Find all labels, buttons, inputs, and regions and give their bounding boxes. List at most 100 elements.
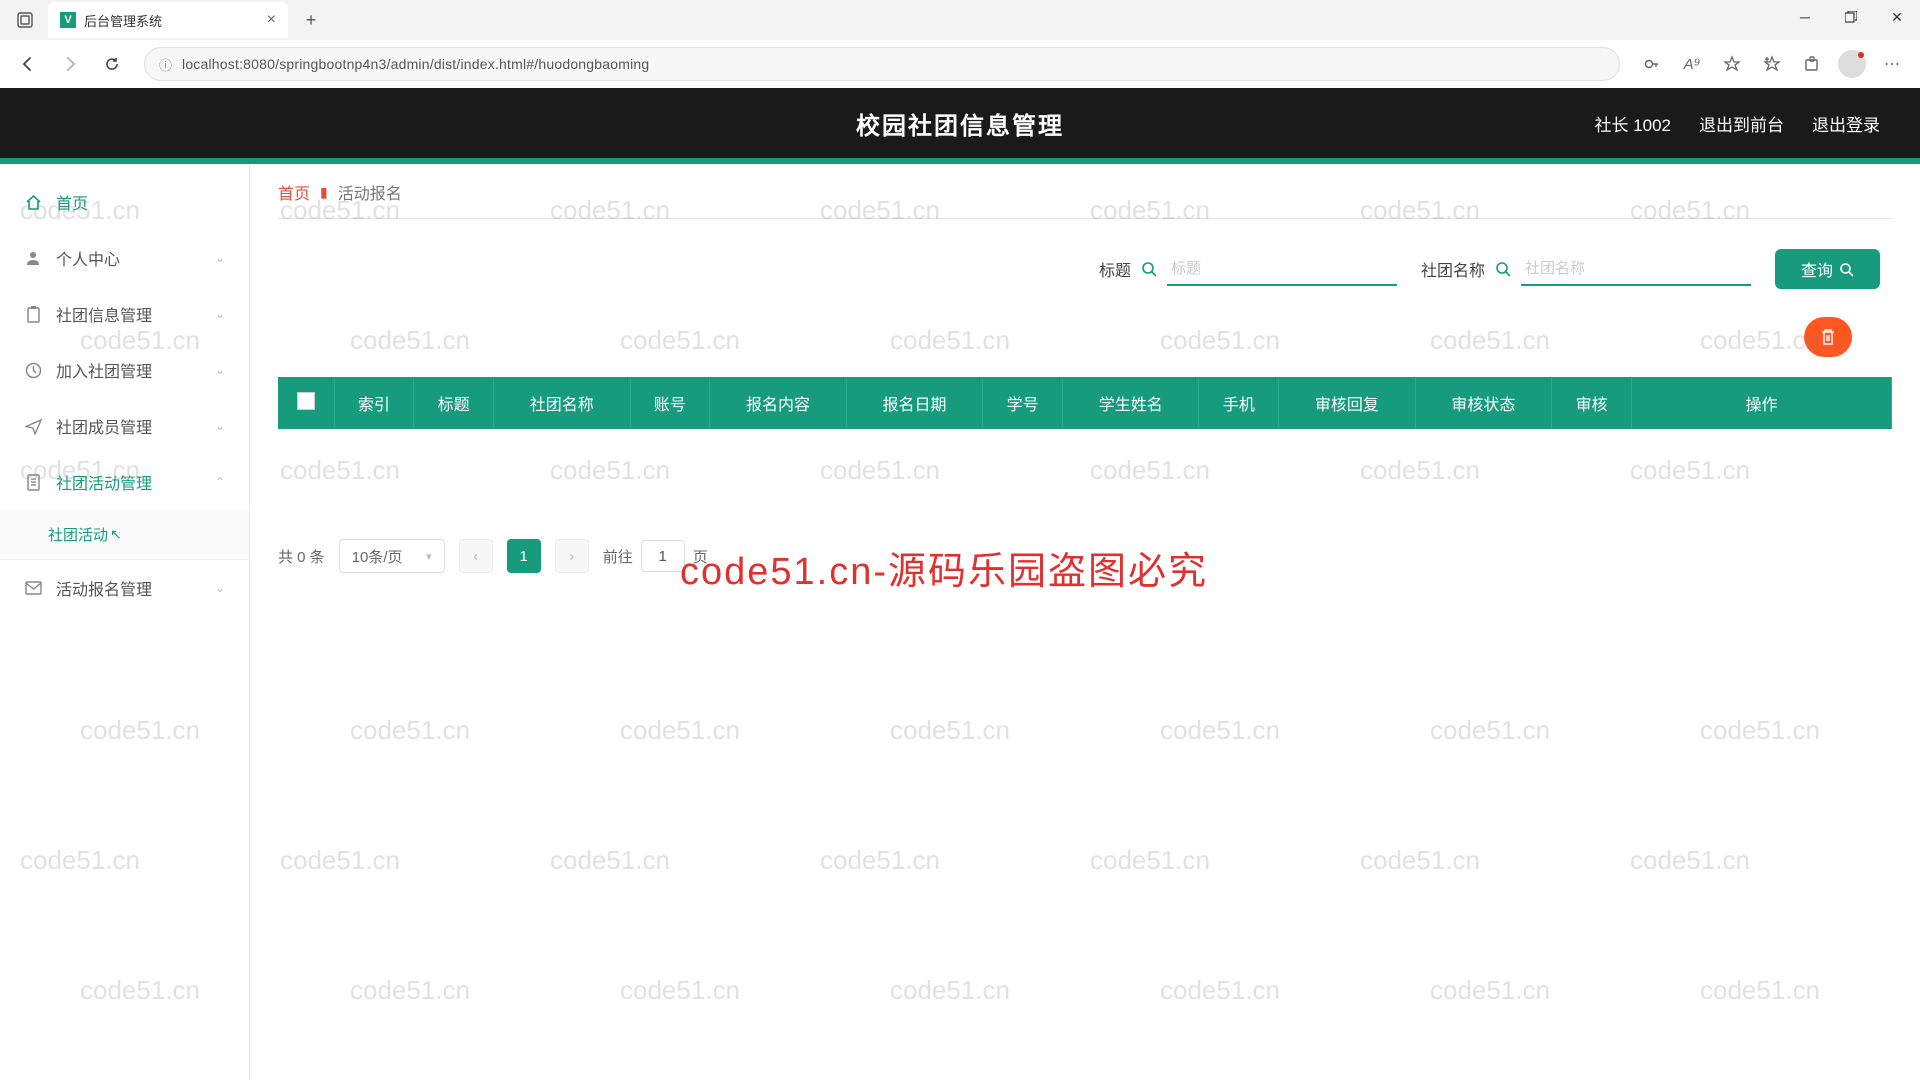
chevron-down-icon: ▾ <box>426 550 432 563</box>
sidebar-item-club-info[interactable]: 社团信息管理 ⌄ <box>0 286 249 342</box>
chevron-down-icon: ⌄ <box>215 251 225 265</box>
th-phone: 手机 <box>1199 377 1279 429</box>
maximize-button[interactable] <box>1828 0 1874 34</box>
extensions-icon[interactable] <box>1794 46 1830 82</box>
close-window-button[interactable]: ✕ <box>1874 0 1920 34</box>
chevron-down-icon: ⌄ <box>215 419 225 433</box>
cursor-icon: ↖ <box>110 526 122 543</box>
page-number-current[interactable]: 1 <box>507 539 541 573</box>
minimize-button[interactable]: ─ <box>1782 0 1828 34</box>
sidebar-item-members[interactable]: 社团成员管理 ⌄ <box>0 398 249 454</box>
sidebar-item-join-club[interactable]: 加入社团管理 ⌄ <box>0 342 249 398</box>
sidebar-label: 首页 <box>56 190 88 214</box>
search-button-label: 查询 <box>1801 257 1833 281</box>
sidebar-item-home[interactable]: 首页 <box>0 174 249 230</box>
page-goto-input[interactable] <box>641 540 685 572</box>
tab-title: 后台管理系统 <box>84 11 259 30</box>
sidebar-item-profile[interactable]: 个人中心 ⌄ <box>0 230 249 286</box>
sidebar-label: 活动报名管理 <box>56 576 152 600</box>
toolbar-icons: A⁹ ⋯ <box>1634 46 1910 82</box>
page-size-value: 10条/页 <box>352 546 403 567</box>
read-aloud-icon[interactable]: A⁹ <box>1674 46 1710 82</box>
sidebar-label: 个人中心 <box>56 246 120 270</box>
trash-icon <box>1820 328 1836 346</box>
filter-club-label: 社团名称 <box>1421 257 1485 281</box>
menu-icon[interactable]: ⋯ <box>1874 46 1910 82</box>
tab-close-button[interactable]: × <box>267 11 276 29</box>
th-content: 报名内容 <box>710 377 846 429</box>
profile-icon[interactable] <box>1834 46 1870 82</box>
filter-title-label: 标题 <box>1099 257 1131 281</box>
back-button[interactable] <box>10 46 46 82</box>
logout-link[interactable]: 退出登录 <box>1812 111 1880 136</box>
th-date: 报名日期 <box>846 377 982 429</box>
page-goto: 前往 页 <box>603 540 708 572</box>
clipboard-icon <box>24 306 42 323</box>
tab-manager-button[interactable] <box>8 3 42 37</box>
goto-suffix: 页 <box>693 546 708 567</box>
th-reply: 审核回复 <box>1279 377 1415 429</box>
list-icon <box>24 474 42 491</box>
table-empty-row <box>278 429 1892 499</box>
header-right: 社长 1002 退出到前台 退出登录 <box>1594 111 1880 136</box>
th-status: 审核状态 <box>1415 377 1551 429</box>
url-bar[interactable]: ⓘ localhost:8080/springbootnp4n3/admin/d… <box>144 47 1620 81</box>
delete-button[interactable] <box>1804 317 1852 357</box>
page-size-select[interactable]: 10条/页 ▾ <box>339 539 445 573</box>
search-button[interactable]: 查询 <box>1775 249 1880 289</box>
th-actions: 操作 <box>1632 377 1892 429</box>
sidebar-subitem-activity[interactable]: 社团活动↖ <box>0 510 249 560</box>
th-account: 账号 <box>630 377 710 429</box>
filter-club-input[interactable] <box>1521 252 1751 286</box>
sidebar-label: 加入社团管理 <box>56 358 152 382</box>
main-content: 首页 ▮ 活动报名 标题 社团名称 查询 <box>250 164 1920 1080</box>
refresh-button[interactable] <box>94 46 130 82</box>
breadcrumb-home[interactable]: 首页 <box>278 180 310 204</box>
mail-icon <box>24 581 42 595</box>
site-info-icon[interactable]: ⓘ <box>159 55 172 74</box>
search-icon <box>1141 261 1157 277</box>
user-label[interactable]: 社长 1002 <box>1594 111 1671 136</box>
data-table: 索引 标题 社团名称 账号 报名内容 报名日期 学号 学生姓名 手机 审核回复 … <box>278 377 1892 499</box>
address-bar: ⓘ localhost:8080/springbootnp4n3/admin/d… <box>0 40 1920 88</box>
filter-title-input[interactable] <box>1167 252 1397 286</box>
tab-favicon-icon: V <box>60 12 76 28</box>
forward-button[interactable] <box>52 46 88 82</box>
sidebar-label: 社团活动管理 <box>56 470 152 494</box>
action-row <box>278 317 1892 357</box>
th-studentname: 学生姓名 <box>1062 377 1198 429</box>
sidebar-label: 社团信息管理 <box>56 302 152 326</box>
new-tab-button[interactable]: + <box>296 5 326 35</box>
goto-front-link[interactable]: 退出到前台 <box>1699 111 1784 136</box>
browser-tab[interactable]: V 后台管理系统 × <box>48 2 288 38</box>
pagination: 共 0 条 10条/页 ▾ ‹ 1 › 前往 页 <box>278 539 1892 573</box>
collections-icon[interactable] <box>1754 46 1790 82</box>
th-index: 索引 <box>334 377 414 429</box>
table-header: 索引 标题 社团名称 账号 报名内容 报名日期 学号 学生姓名 手机 审核回复 … <box>278 377 1892 429</box>
breadcrumb-icon: ▮ <box>320 184 328 201</box>
filter-row: 标题 社团名称 查询 <box>278 249 1892 289</box>
breadcrumb: 首页 ▮ 活动报名 <box>278 180 1892 219</box>
page-next-button[interactable]: › <box>555 539 589 573</box>
submenu-label: 社团活动 <box>48 524 108 545</box>
sidebar-item-activities[interactable]: 社团活动管理 ⌃ <box>0 454 249 510</box>
sidebar: 首页 个人中心 ⌄ 社团信息管理 ⌄ 加入社团管理 ⌄ 社团成员管理 ⌄ 社团活… <box>0 164 250 1080</box>
chevron-up-icon: ⌃ <box>215 475 225 489</box>
chevron-down-icon: ⌄ <box>215 581 225 595</box>
app-title: 校园社团信息管理 <box>856 106 1064 141</box>
sidebar-label: 社团成员管理 <box>56 414 152 438</box>
tab-bar: V 后台管理系统 × + ─ ✕ <box>0 0 1920 40</box>
chevron-down-icon: ⌄ <box>215 307 225 321</box>
password-icon[interactable] <box>1634 46 1670 82</box>
th-audit: 审核 <box>1552 377 1632 429</box>
clock-icon <box>24 362 42 379</box>
th-checkbox[interactable] <box>278 377 334 429</box>
page-total: 共 0 条 <box>278 546 325 567</box>
sidebar-item-signup[interactable]: 活动报名管理 ⌄ <box>0 560 249 616</box>
favorite-icon[interactable] <box>1714 46 1750 82</box>
send-icon <box>24 418 42 435</box>
search-icon <box>1839 262 1854 277</box>
page-prev-button[interactable]: ‹ <box>459 539 493 573</box>
th-studentno: 学号 <box>983 377 1063 429</box>
th-club: 社团名称 <box>494 377 630 429</box>
